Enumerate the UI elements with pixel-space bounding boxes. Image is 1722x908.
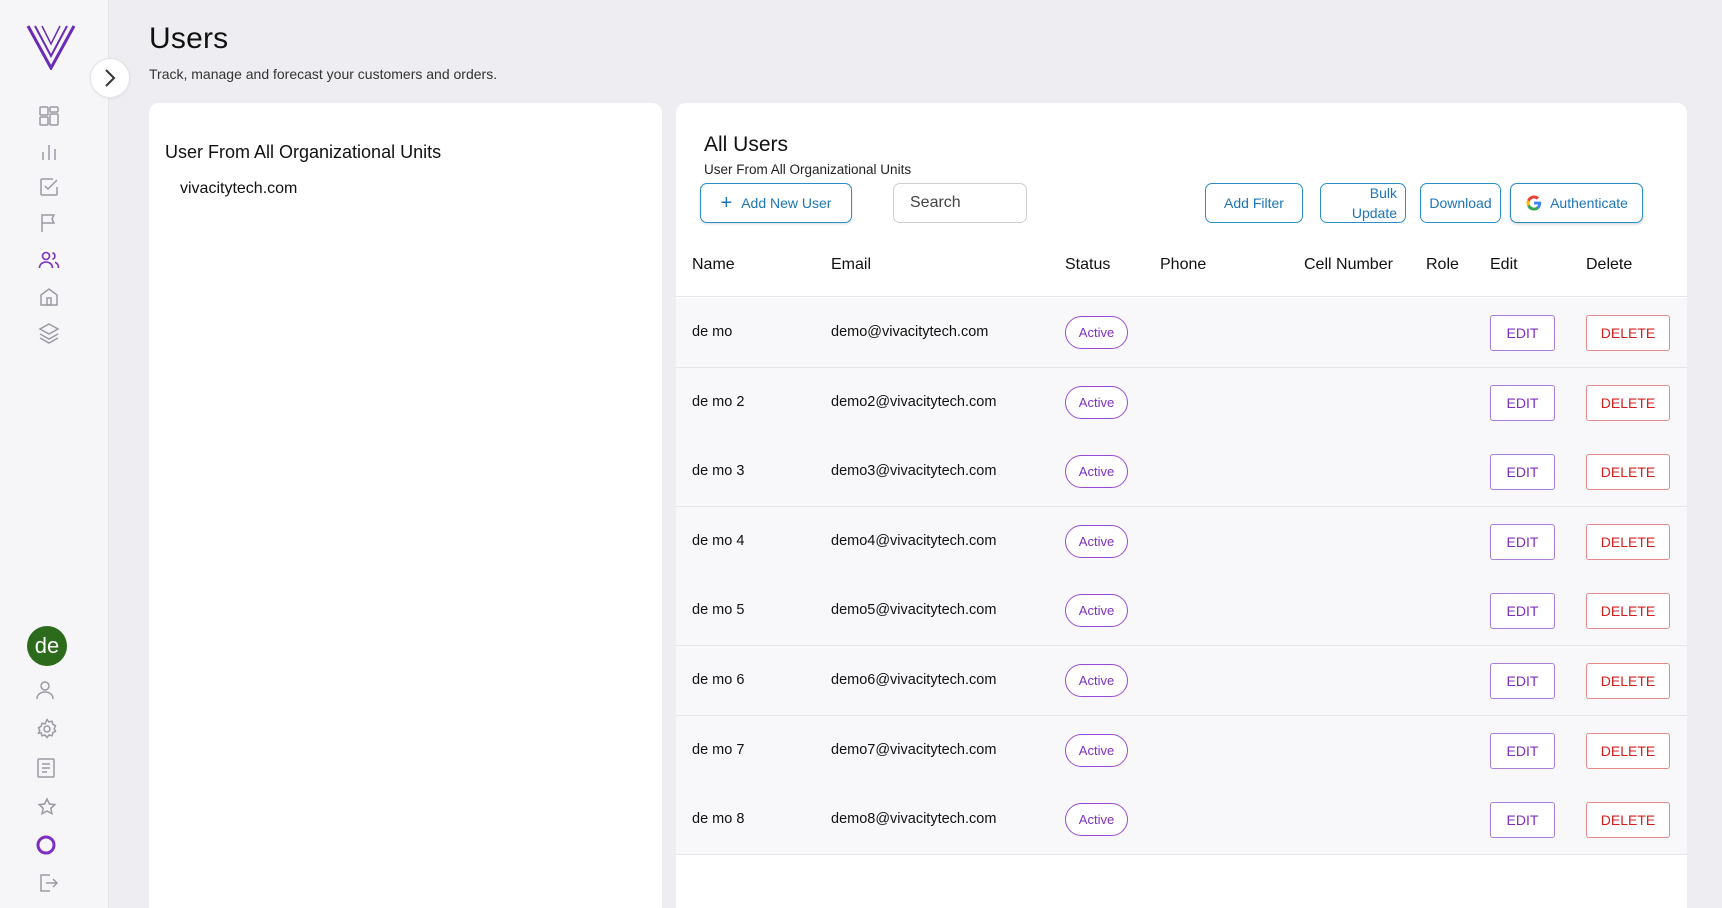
add-user-label: Add New User xyxy=(741,195,832,211)
delete-button[interactable]: DELETE xyxy=(1586,454,1670,491)
search-input[interactable] xyxy=(893,183,1027,223)
edit-button[interactable]: EDIT xyxy=(1490,663,1555,699)
user-email-cell: demo2@vivacitytech.com xyxy=(831,393,997,410)
table-header: Name Email Status Phone Cell Number Role… xyxy=(676,228,1687,297)
status-badge: Active xyxy=(1065,594,1128,628)
edit-button[interactable]: EDIT xyxy=(1490,315,1555,351)
delete-button[interactable]: DELETE xyxy=(1586,315,1670,351)
sidebar-expand-button[interactable] xyxy=(90,58,130,98)
column-header-delete: Delete xyxy=(1586,256,1633,273)
table-row: de mo 6 demo6@vivacitytech.com Active EDIT D… xyxy=(676,646,1687,716)
org-item[interactable]: vivacitytech.com xyxy=(180,180,297,198)
table-row: de mo 5 demo5@vivacitytech.com Active EDIT D… xyxy=(676,576,1687,647)
user-name-cell: de mo 6 xyxy=(692,672,745,688)
user-email-cell: demo6@vivacitytech.com xyxy=(831,672,997,688)
bar-chart-icon[interactable] xyxy=(36,139,62,165)
status-badge: Active xyxy=(1065,524,1128,558)
edit-button[interactable]: EDIT xyxy=(1490,593,1555,630)
user-email-cell: demo7@vivacitytech.com xyxy=(831,741,997,758)
add-user-button[interactable]: + Add New User xyxy=(700,183,852,223)
status-badge: Active xyxy=(1065,733,1128,767)
status-badge: Active xyxy=(1065,316,1128,349)
user-email-cell: demo5@vivacitytech.com xyxy=(831,602,997,619)
page-subtitle: Track, manage and forecast your customer… xyxy=(149,66,498,82)
user-email-cell: demo8@vivacitytech.com xyxy=(831,811,997,828)
user-email-cell: demo4@vivacitytech.com xyxy=(831,532,997,549)
delete-button[interactable]: DELETE xyxy=(1586,523,1670,560)
profile-icon[interactable] xyxy=(32,677,58,703)
chevron-right-icon xyxy=(105,69,116,87)
page-title: Users xyxy=(149,22,229,55)
download-button[interactable]: Download xyxy=(1420,183,1501,223)
column-header-edit: Edit xyxy=(1490,256,1518,273)
bulk-update-label-line2: Update xyxy=(1351,205,1397,221)
checklist-icon[interactable] xyxy=(36,174,62,200)
delete-button[interactable]: DELETE xyxy=(1586,802,1670,839)
plus-icon: + xyxy=(720,192,733,214)
table-row: de mo demo@vivacitytech.com Active EDIT DELE… xyxy=(676,298,1687,368)
table-row: de mo 7 demo7@vivacitytech.com Active EDIT D… xyxy=(676,715,1687,786)
users-panel: All Users User From All Organizational U… xyxy=(676,103,1687,908)
user-name-cell: de mo 4 xyxy=(692,532,745,549)
delete-button[interactable]: DELETE xyxy=(1586,384,1670,421)
document-icon[interactable] xyxy=(33,755,59,781)
edit-button[interactable]: EDIT xyxy=(1490,802,1555,839)
user-name-cell: de mo 8 xyxy=(692,811,745,828)
star-icon[interactable] xyxy=(34,794,60,820)
edit-button[interactable]: EDIT xyxy=(1490,523,1555,560)
column-header-status: Status xyxy=(1065,256,1111,273)
dashboard-icon[interactable] xyxy=(36,103,62,129)
layers-icon[interactable] xyxy=(36,320,62,346)
table-row: de mo 8 demo8@vivacitytech.com Active EDIT D… xyxy=(676,785,1687,856)
delete-button[interactable]: DELETE xyxy=(1586,663,1670,699)
edit-button[interactable]: EDIT xyxy=(1490,732,1555,769)
authenticate-label: Authenticate xyxy=(1550,195,1628,211)
delete-button[interactable]: DELETE xyxy=(1586,732,1670,769)
edit-button[interactable]: EDIT xyxy=(1490,384,1555,421)
app-logo[interactable] xyxy=(26,22,76,70)
avatar[interactable]: de xyxy=(27,626,67,666)
user-name-cell: de mo 3 xyxy=(692,463,745,480)
add-filter-button[interactable]: Add Filter xyxy=(1205,183,1303,223)
home-icon[interactable] xyxy=(36,284,62,310)
gear-icon[interactable] xyxy=(34,716,60,742)
bulk-update-label-line1: Bulk xyxy=(1369,185,1397,201)
flag-icon[interactable] xyxy=(36,210,62,236)
delete-button[interactable]: DELETE xyxy=(1586,593,1670,630)
authenticate-button[interactable]: Authenticate xyxy=(1510,183,1643,223)
user-name-cell: de mo xyxy=(692,324,733,340)
user-email-cell: demo3@vivacitytech.com xyxy=(831,463,997,480)
org-units-panel: User From All Organizational Units vivac… xyxy=(149,103,662,908)
table-row: de mo 2 demo2@vivacitytech.com Active EDIT D… xyxy=(676,367,1687,438)
column-header-role: Role xyxy=(1426,256,1459,273)
users-panel-title: All Users xyxy=(704,133,789,156)
users-panel-subtitle: User From All Organizational Units xyxy=(704,162,912,177)
status-badge: Active xyxy=(1065,455,1128,489)
user-name-cell: de mo 2 xyxy=(692,393,745,410)
user-name-cell: de mo 5 xyxy=(692,602,745,619)
status-badge: Active xyxy=(1065,385,1128,419)
user-email-cell: demo@vivacitytech.com xyxy=(831,324,989,340)
column-header-phone: Phone xyxy=(1160,256,1207,273)
column-header-email: Email xyxy=(831,256,872,273)
status-badge: Active xyxy=(1065,664,1128,697)
column-header-cell-number: Cell Number xyxy=(1304,256,1393,273)
google-icon xyxy=(1526,195,1542,211)
column-header-name: Name xyxy=(692,256,735,273)
bulk-update-button[interactable]: Bulk Update xyxy=(1320,183,1406,223)
user-name-cell: de mo 7 xyxy=(692,741,745,758)
sidebar: de xyxy=(0,0,109,908)
org-panel-title: User From All Organizational Units xyxy=(165,142,442,162)
status-badge: Active xyxy=(1065,803,1128,837)
table-row: de mo 4 demo4@vivacitytech.com Active EDIT D… xyxy=(676,506,1687,577)
users-icon[interactable] xyxy=(36,247,62,273)
edit-button[interactable]: EDIT xyxy=(1490,454,1555,491)
circle-icon[interactable] xyxy=(33,832,59,858)
logout-icon[interactable] xyxy=(35,870,61,896)
table-row: de mo 3 demo3@vivacitytech.com Active EDIT D… xyxy=(676,437,1687,508)
